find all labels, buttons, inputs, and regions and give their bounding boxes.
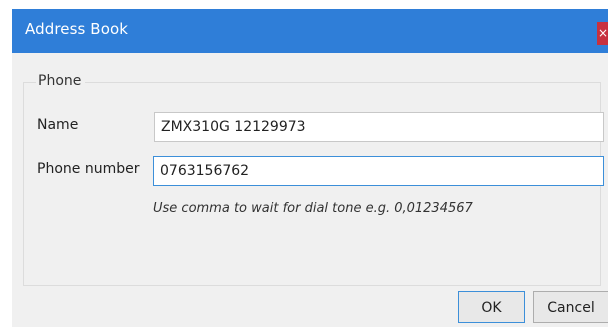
groupbox-title: Phone: [36, 73, 86, 89]
ok-button[interactable]: OK: [458, 291, 525, 323]
cancel-button[interactable]: Cancel: [533, 291, 608, 323]
name-input[interactable]: [154, 112, 604, 142]
address-book-dialog: Address Book × Phone Name Phone number U…: [12, 9, 608, 327]
dial-tone-hint: Use comma to wait for dial tone e.g. 0,0…: [153, 201, 473, 216]
dialog-title: Address Book: [25, 20, 129, 38]
close-icon: ×: [597, 26, 608, 40]
close-button[interactable]: ×: [597, 22, 608, 45]
title-bar[interactable]: Address Book ×: [12, 9, 608, 53]
phone-number-input[interactable]: [153, 156, 604, 186]
name-label: Name: [37, 117, 79, 133]
phone-number-label: Phone number: [37, 161, 140, 177]
